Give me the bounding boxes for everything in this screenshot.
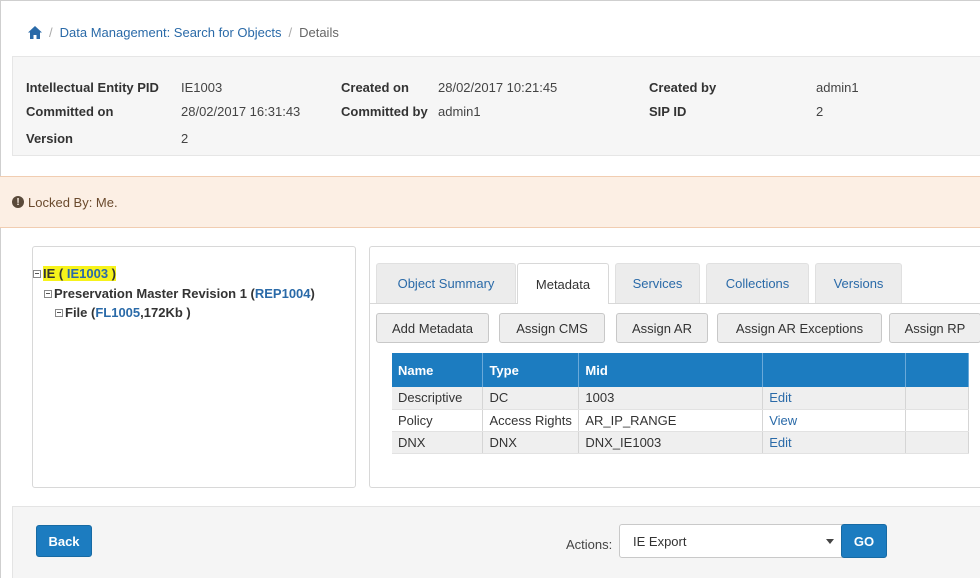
table-header-row: Name Type Mid bbox=[392, 353, 969, 387]
tab-metadata[interactable]: Metadata bbox=[517, 263, 609, 304]
cell-mid: DNX_IE1003 bbox=[578, 431, 764, 454]
tree-ie-suffix: ) bbox=[108, 266, 116, 281]
ie-pid-value: IE1003 bbox=[181, 80, 223, 95]
tree-rep-suffix: ) bbox=[310, 286, 315, 301]
column-header-extra bbox=[905, 353, 969, 387]
created-by-value: admin1 bbox=[816, 80, 859, 95]
tree-file-suffix: ,172Kb ) bbox=[140, 305, 191, 320]
table-row: Policy Access Rights AR_IP_RANGE View bbox=[392, 409, 969, 432]
lock-notice: ! Locked By: Me. bbox=[0, 176, 980, 228]
tab-collections[interactable]: Collections bbox=[706, 263, 809, 303]
object-detail-panel: Object Summary Metadata Services Collect… bbox=[369, 246, 980, 488]
tree-node-representation[interactable]: Preservation Master Revision 1 ( REP1004… bbox=[44, 286, 315, 301]
tab-object-summary[interactable]: Object Summary bbox=[376, 263, 516, 303]
cell-extra bbox=[905, 387, 969, 410]
breadcrumb-separator: / bbox=[49, 24, 53, 40]
collapse-icon[interactable] bbox=[33, 269, 41, 278]
tree-file-prefix: File ( bbox=[65, 305, 96, 320]
cell-type: DC bbox=[482, 387, 580, 410]
collapse-icon[interactable] bbox=[55, 308, 63, 317]
cell-action: Edit bbox=[762, 387, 907, 410]
add-metadata-button[interactable]: Add Metadata bbox=[376, 313, 489, 343]
tab-versions[interactable]: Versions bbox=[815, 263, 902, 303]
cell-mid: AR_IP_RANGE bbox=[578, 409, 764, 432]
cell-mid: 1003 bbox=[578, 387, 764, 410]
assign-cms-button[interactable]: Assign CMS bbox=[499, 313, 605, 343]
view-link[interactable]: View bbox=[769, 413, 797, 428]
cell-name: Descriptive bbox=[392, 387, 484, 410]
tree-rep-id[interactable]: REP1004 bbox=[255, 286, 311, 301]
go-button[interactable]: GO bbox=[841, 524, 887, 558]
breadcrumb-separator: / bbox=[288, 24, 293, 40]
actions-label: Actions: bbox=[566, 537, 613, 552]
footer-actions-bar: Back Actions: IE Export GO bbox=[12, 506, 980, 578]
version-label: Version bbox=[26, 131, 73, 146]
actions-select[interactable]: IE Export bbox=[619, 524, 845, 558]
edit-link[interactable]: Edit bbox=[769, 390, 791, 405]
exclamation-circle-icon: ! bbox=[12, 196, 24, 208]
cell-type: Access Rights bbox=[482, 409, 580, 432]
cell-action: Edit bbox=[762, 431, 907, 454]
tab-services[interactable]: Services bbox=[615, 263, 700, 303]
table-row: Descriptive DC 1003 Edit bbox=[392, 387, 969, 410]
column-header-mid[interactable]: Mid bbox=[578, 353, 764, 387]
chevron-down-icon bbox=[826, 539, 834, 544]
created-on-label: Created on bbox=[341, 80, 409, 95]
committed-on-value: 28/02/2017 16:31:43 bbox=[181, 104, 301, 119]
tree-node-ie[interactable]: IE ( IE1003 ) bbox=[33, 266, 116, 281]
cell-action: View bbox=[762, 409, 907, 432]
sip-id-label: SIP ID bbox=[649, 104, 687, 119]
cell-extra bbox=[905, 409, 969, 432]
committed-on-label: Committed on bbox=[26, 104, 114, 119]
home-icon[interactable] bbox=[28, 25, 42, 39]
ie-info-panel: Intellectual Entity PID IE1003 Committed… bbox=[12, 56, 980, 156]
created-by-label: Created by bbox=[649, 80, 717, 95]
assign-rp-button[interactable]: Assign RP bbox=[889, 313, 980, 343]
breadcrumb-current: Details bbox=[299, 24, 339, 40]
cell-extra bbox=[905, 431, 969, 454]
back-button[interactable]: Back bbox=[36, 525, 92, 557]
object-tree-panel: IE ( IE1003 ) Preservation Master Revisi… bbox=[32, 246, 356, 488]
version-value: 2 bbox=[181, 131, 189, 146]
metadata-table: Name Type Mid Descriptive DC 1003 Edit P… bbox=[392, 353, 969, 454]
column-header-name[interactable]: Name bbox=[392, 353, 484, 387]
tree-ie-prefix: IE ( bbox=[43, 266, 67, 281]
tree-file-id[interactable]: FL1005 bbox=[95, 305, 140, 320]
cell-name: Policy bbox=[392, 409, 484, 432]
tree-rep-prefix: Preservation Master Revision 1 ( bbox=[54, 286, 255, 301]
committed-by-value: admin1 bbox=[438, 104, 481, 119]
table-row: DNX DNX DNX_IE1003 Edit bbox=[392, 431, 969, 454]
column-header-type[interactable]: Type bbox=[482, 353, 580, 387]
cell-type: DNX bbox=[482, 431, 580, 454]
actions-selected-value: IE Export bbox=[633, 533, 687, 549]
sip-id-value: 2 bbox=[816, 104, 824, 119]
lock-text: Locked By: Me. bbox=[28, 194, 118, 210]
assign-ar-exceptions-button[interactable]: Assign AR Exceptions bbox=[717, 313, 882, 343]
assign-ar-button[interactable]: Assign AR bbox=[616, 313, 708, 343]
tabs-divider bbox=[370, 303, 980, 304]
cell-name: DNX bbox=[392, 431, 484, 454]
tree-node-file[interactable]: File ( FL1005 ,172Kb ) bbox=[55, 305, 191, 320]
column-header-action bbox=[762, 353, 907, 387]
edit-link[interactable]: Edit bbox=[769, 435, 791, 450]
created-on-value: 28/02/2017 10:21:45 bbox=[438, 80, 558, 95]
breadcrumb-link-search[interactable]: Data Management: Search for Objects bbox=[60, 25, 282, 40]
collapse-icon[interactable] bbox=[44, 289, 52, 298]
tree-ie-id[interactable]: IE1003 bbox=[67, 266, 108, 281]
ie-pid-label: Intellectual Entity PID bbox=[26, 80, 159, 95]
breadcrumb: / Data Management: Search for Objects / … bbox=[28, 22, 339, 42]
tree-node-ie-label[interactable]: IE ( IE1003 ) bbox=[43, 266, 116, 281]
committed-by-label: Committed by bbox=[341, 104, 428, 119]
